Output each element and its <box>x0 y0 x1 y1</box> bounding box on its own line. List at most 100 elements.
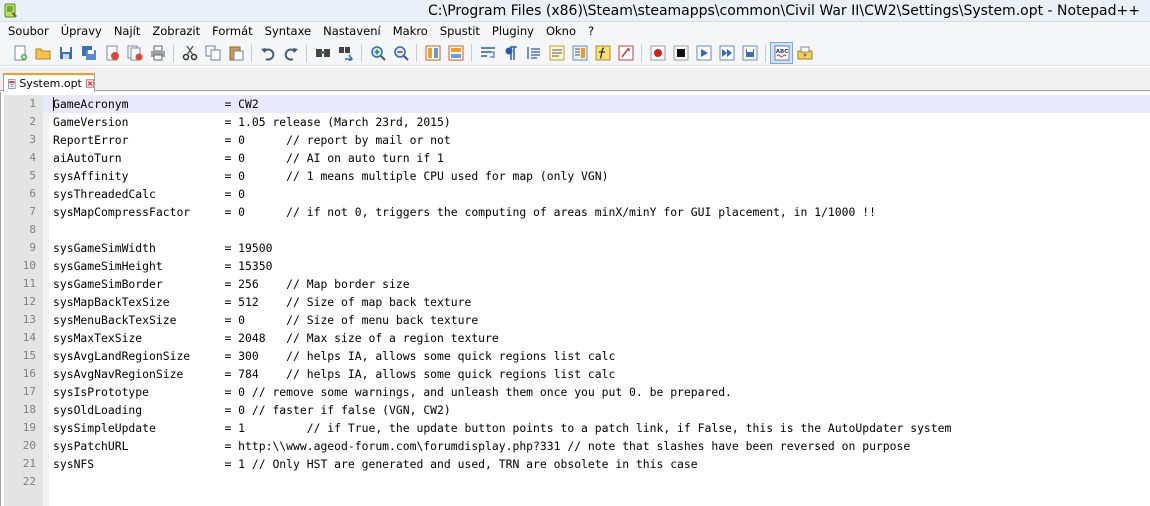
line-text[interactable]: GameAcronym = CW2 <box>53 95 259 113</box>
menu-item[interactable]: Soubor <box>2 22 55 41</box>
save-macro-icon <box>742 45 757 61</box>
redo-button[interactable] <box>279 42 302 64</box>
stop-macro-button[interactable] <box>669 42 692 64</box>
folder-workspace-button[interactable] <box>614 42 637 64</box>
editor-line[interactable]: 22 <box>4 473 1150 491</box>
menu-item[interactable]: Makro <box>387 22 434 41</box>
line-text[interactable]: sysGameSimHeight = 15350 <box>53 257 272 275</box>
line-text[interactable]: sysAvgLandRegionSize = 300 // helps IA, … <box>53 347 615 365</box>
save-all-button[interactable] <box>77 42 100 64</box>
editor-line[interactable]: 13 sysMenuBackTexSize = 0 // Size of menu… <box>4 311 1150 329</box>
replace-button[interactable] <box>334 42 357 64</box>
menu-item[interactable]: Syntaxe <box>259 22 317 41</box>
doc-map-button[interactable] <box>568 42 591 64</box>
editor-line[interactable]: 1 GameAcronym = CW2 <box>4 95 1150 113</box>
line-text[interactable]: aiAutoTurn = 0 // AI on auto turn if 1 <box>53 149 444 167</box>
sync-vertical-button[interactable] <box>421 42 444 64</box>
line-text[interactable]: GameVersion = 1.05 release (March 23rd, … <box>53 113 451 131</box>
undo-button[interactable] <box>256 42 279 64</box>
line-number: 8 <box>29 223 36 236</box>
line-text[interactable]: sysSimpleUpdate = 1 // if True, the upda… <box>53 419 951 437</box>
new-file-button[interactable] <box>8 42 31 64</box>
menu-item[interactable]: Úpravy <box>55 22 108 41</box>
function-list-icon <box>595 45 610 61</box>
editor-line[interactable]: 11 sysGameSimBorder = 256 // Map border s… <box>4 275 1150 293</box>
menu-item[interactable]: Pluginy <box>486 22 540 41</box>
menu-item[interactable]: Okno <box>540 22 582 41</box>
line-number: 22 <box>22 475 36 488</box>
line-text[interactable]: sysMenuBackTexSize = 0 // Size of menu b… <box>53 311 478 329</box>
editor-line[interactable]: 2 GameVersion = 1.05 release (March 23rd,… <box>4 113 1150 131</box>
user-language-button[interactable] <box>545 42 568 64</box>
editor-line[interactable]: 21 sysNFS = 1 // Only HST are generated a… <box>4 455 1150 473</box>
open-file-button[interactable] <box>31 42 54 64</box>
editor-line[interactable]: 9 sysGameSimWidth = 19500 <box>4 239 1150 257</box>
line-text[interactable]: sysOldLoading = 0 // faster if false (VG… <box>53 401 451 419</box>
editor-line[interactable]: 20 sysPatchURL = http:\\www.ageod-forum.c… <box>4 437 1150 455</box>
play-macro-button[interactable] <box>692 42 715 64</box>
editor-line[interactable]: 15 sysAvgLandRegionSize = 300 // helps IA… <box>4 347 1150 365</box>
spell-check-button[interactable]: ABC <box>770 42 793 64</box>
tab-close-icon[interactable] <box>85 78 94 89</box>
line-text[interactable]: sysIsPrototype = 0 // remove some warnin… <box>53 383 732 401</box>
cut-button[interactable] <box>178 42 201 64</box>
editor-line[interactable]: 16 sysAvgNavRegionSize = 784 // helps IA,… <box>4 365 1150 383</box>
line-text[interactable]: sysPatchURL = http:\\www.ageod-forum.com… <box>53 437 910 455</box>
editor-line[interactable]: 19 sysSimpleUpdate = 1 // if True, the up… <box>4 419 1150 437</box>
editor-line[interactable]: 3 ReportError = 0 // report by mail or no… <box>4 131 1150 149</box>
line-text[interactable]: sysMaxTexSize = 2048 // Max size of a re… <box>53 329 499 347</box>
run-macro-multiple-button[interactable] <box>715 42 738 64</box>
show-all-characters-button[interactable] <box>499 42 522 64</box>
menu-item[interactable]: Nastavení <box>317 22 387 41</box>
editor-line[interactable]: 5 sysAffinity = 0 // 1 means multiple CPU… <box>4 167 1150 185</box>
save-macro-button[interactable] <box>738 42 761 64</box>
editor-line[interactable]: 4 aiAutoTurn = 0 // AI on auto turn if 1 <box>4 149 1150 167</box>
editor-line[interactable]: 14 sysMaxTexSize = 2048 // Max size of a … <box>4 329 1150 347</box>
print-button[interactable] <box>146 42 169 64</box>
line-number: 9 <box>29 241 36 254</box>
line-number: 4 <box>29 151 36 164</box>
line-text[interactable]: sysGameSimWidth = 19500 <box>53 239 272 257</box>
editor-line[interactable]: 10 sysGameSimHeight = 15350 <box>4 257 1150 275</box>
editor-line[interactable]: 17 sysIsPrototype = 0 // remove some warn… <box>4 383 1150 401</box>
line-text[interactable]: sysNFS = 1 // Only HST are generated and… <box>53 455 698 473</box>
plugin-button[interactable] <box>793 42 816 64</box>
notepad-plus-plus-icon[interactable] <box>3 3 19 19</box>
editor-line[interactable]: 18 sysOldLoading = 0 // faster if false (… <box>4 401 1150 419</box>
zoom-out-button[interactable] <box>389 42 412 64</box>
menu-item[interactable]: Spustit <box>434 22 486 41</box>
sync-horizontal-button[interactable] <box>444 42 467 64</box>
menu-item[interactable]: Formát <box>206 22 259 41</box>
menu-item[interactable]: Najít <box>108 22 147 41</box>
save-all-icon <box>81 46 96 60</box>
tab-label: System.opt <box>19 77 82 90</box>
editor-line[interactable]: 7 sysMapCompressFactor = 0 // if not 0, t… <box>4 203 1150 221</box>
line-text[interactable]: ReportError = 0 // report by mail or not <box>53 131 451 149</box>
word-wrap-button[interactable] <box>476 42 499 64</box>
line-text[interactable]: sysMapBackTexSize = 512 // Size of map b… <box>53 293 471 311</box>
zoom-in-button[interactable] <box>366 42 389 64</box>
function-list-button[interactable] <box>591 42 614 64</box>
paste-button[interactable] <box>224 42 247 64</box>
line-text[interactable]: sysAffinity = 0 // 1 means multiple CPU … <box>53 167 608 185</box>
line-number: 5 <box>29 169 36 182</box>
close-all-button[interactable] <box>123 42 146 64</box>
menu-item[interactable]: ? <box>582 22 600 41</box>
line-text[interactable]: sysAvgNavRegionSize = 784 // helps IA, a… <box>53 365 615 383</box>
copy-button[interactable] <box>201 42 224 64</box>
line-number: 19 <box>22 421 36 434</box>
line-text[interactable]: sysMapCompressFactor = 0 // if not 0, tr… <box>53 203 876 221</box>
line-text[interactable]: sysThreadedCalc = 0 <box>53 185 245 203</box>
editor-line[interactable]: 12 sysMapBackTexSize = 512 // Size of map… <box>4 293 1150 311</box>
editor-line[interactable]: 8 <box>4 221 1150 239</box>
editor[interactable]: 1 GameAcronym = CW2 2 GameVersion = 1.05 re… <box>0 92 1150 506</box>
save-button[interactable] <box>54 42 77 64</box>
menu-item[interactable]: Zobrazit <box>146 22 206 41</box>
find-button[interactable] <box>311 42 334 64</box>
tab-system-opt[interactable]: System.opt <box>3 73 95 92</box>
record-macro-button[interactable] <box>646 42 669 64</box>
editor-line[interactable]: 6 sysThreadedCalc = 0 <box>4 185 1150 203</box>
line-text[interactable]: sysGameSimBorder = 256 // Map border siz… <box>53 275 410 293</box>
indent-guide-button[interactable] <box>522 42 545 64</box>
close-button[interactable] <box>100 42 123 64</box>
